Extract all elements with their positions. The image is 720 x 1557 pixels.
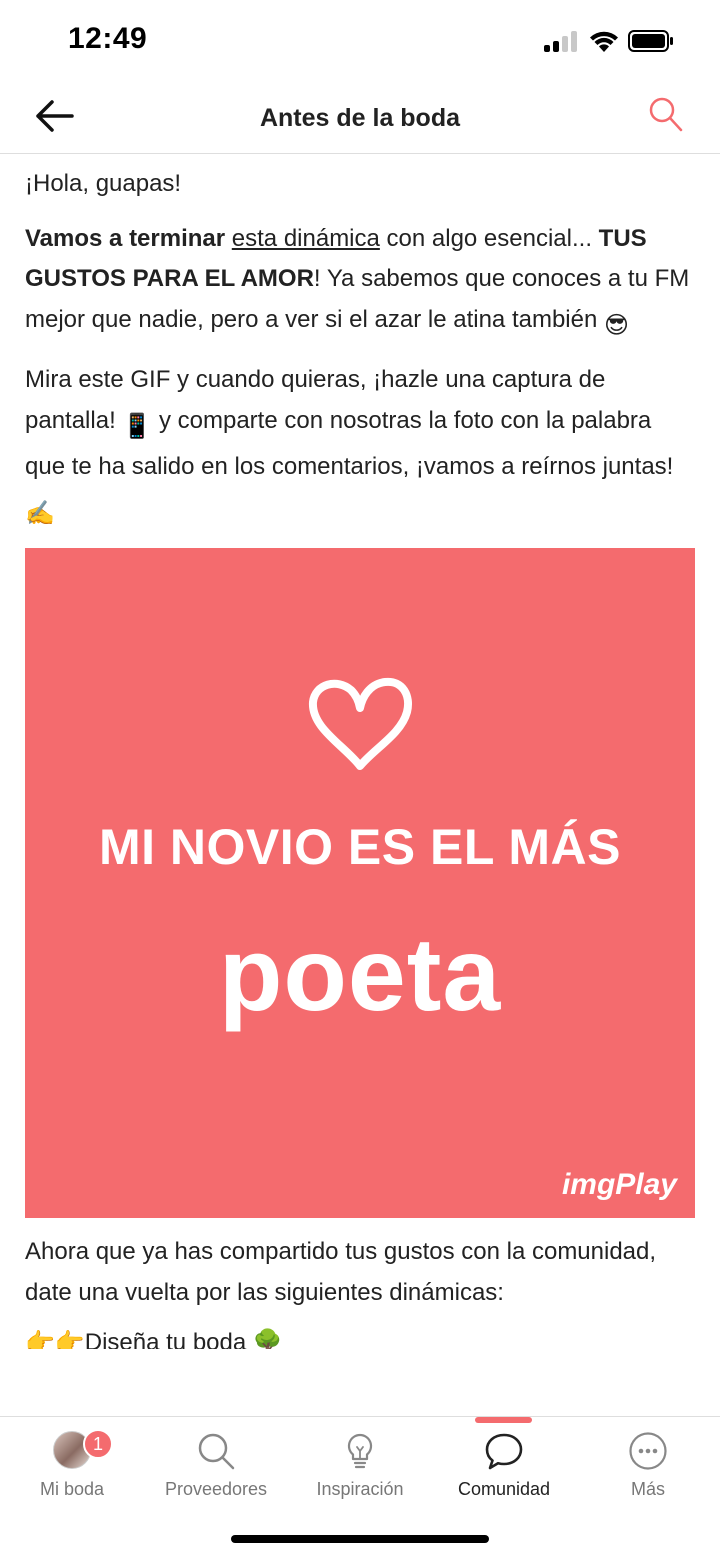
tab-mi-boda[interactable]: 1 Mi boda [0,1417,144,1517]
notification-badge: 1 [83,1429,113,1459]
post-paragraph-3: Ahora que ya has compartido tus gustos c… [25,1238,657,1306]
post-paragraph-1: Vamos a terminar esta dinámica con algo … [25,219,695,347]
post-paragraph-2: Mira este GIF y cuando quieras, ¡hazle u… [25,360,695,534]
more-icon [629,1432,667,1470]
search-icon[interactable] [648,96,684,134]
chat-bubble-icon [485,1433,523,1470]
heart-icon [309,677,412,770]
post-content: ¡Hola, guapas! Vamos a terminar esta din… [0,154,720,1416]
tab-label: Comunidad [457,1479,551,1499]
top-app-bar: Antes de la boda [0,84,720,154]
gif-word: poeta [218,917,502,1033]
dynamic-link[interactable]: esta dinámica [232,225,380,252]
writing-hand-emoji-icon: ✍️ [25,499,55,527]
lightbulb-icon [347,1433,373,1469]
phone-emoji-icon: 📱 [122,412,153,440]
tab-label: Proveedores [164,1479,268,1499]
tab-label: Más [630,1479,665,1499]
tab-mas[interactable]: Más [576,1417,720,1517]
sunglasses-emoji-icon: 😎 [604,311,630,339]
battery-icon [628,30,673,52]
back-arrow-icon[interactable] [30,96,78,136]
post-gif-image[interactable]: MI NOVIO ES EL MÁS poeta imgPlay [25,548,695,1218]
page-title: Antes de la boda [259,104,461,132]
status-time: 12:49 [68,22,148,55]
status-bar: 12:49 [0,0,720,84]
tab-inspiracion[interactable]: Inspiración [288,1417,432,1517]
cellular-signal-icon [544,30,580,52]
imgplay-watermark: imgPlay [561,1168,677,1201]
bold-text: Vamos a terminar [25,224,226,252]
tab-label: Mi boda [39,1479,105,1499]
tab-comunidad[interactable]: Comunidad [432,1417,576,1517]
tab-label: Inspiración [316,1479,404,1499]
post-greeting: ¡Hola, guapas! [25,170,182,197]
gif-headline: MI NOVIO ES EL MÁS [98,819,622,875]
wifi-icon [590,31,618,52]
tab-proveedores[interactable]: Proveedores [144,1417,288,1517]
text-segment: con algo esencial... [379,224,599,252]
post-list-item[interactable]: 👉👉Diseña tu boda 🌳 [25,1323,695,1349]
bottom-navigation: 1 Mi boda Proveedores Inspiración Comuni… [0,1416,720,1557]
search-icon [198,1433,235,1470]
home-indicator[interactable] [231,1535,489,1543]
